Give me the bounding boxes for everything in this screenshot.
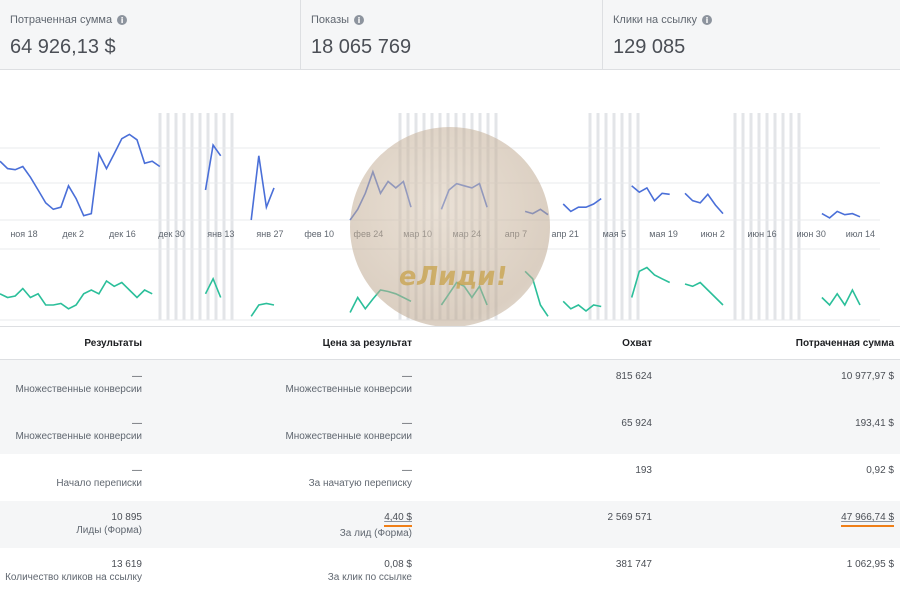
- cost-type: За лид (Форма): [339, 528, 412, 539]
- series-line-spent: [684, 192, 724, 215]
- column-header-results[interactable]: Результаты: [0, 327, 150, 359]
- cost-value: 0,08 $: [384, 559, 412, 570]
- table-row: — Множественные конверсии — Множественные …: [0, 360, 900, 407]
- result-value: 10 895: [111, 512, 142, 523]
- kpi-link-clicks[interactable]: Клики на ссылку i 129 085: [603, 0, 900, 70]
- series-line-spent: [821, 210, 861, 219]
- x-tick-label: мая 19: [649, 229, 678, 239]
- result-value: 13 619: [111, 559, 142, 570]
- result-type: Множественные конверсии: [15, 384, 142, 395]
- x-tick-label: июл 14: [846, 229, 875, 239]
- column-header-reach[interactable]: Охват: [420, 327, 660, 359]
- series-line-spent: [0, 133, 161, 217]
- reach-value: 815 624: [615, 371, 652, 382]
- x-tick-label: июн 30: [797, 229, 826, 239]
- kpi-label: Показы: [311, 14, 350, 26]
- result-type: Лиды (Форма): [76, 525, 142, 536]
- series-line-clicks: [250, 302, 275, 317]
- series-line-clicks: [0, 279, 153, 310]
- kpi-label: Потраченная сумма: [10, 14, 113, 26]
- spent-value-highlighted[interactable]: 47 966,74 $: [841, 511, 894, 527]
- results-table: Результаты Цена за результат Охват Потра…: [0, 326, 900, 595]
- reach-value: 2 569 571: [607, 512, 653, 523]
- x-tick-label: ноя 18: [10, 229, 37, 239]
- x-tick-label: янв 27: [256, 229, 283, 239]
- reach-value: 381 747: [615, 559, 652, 570]
- result-type: Начало переписки: [56, 478, 142, 489]
- table-row: 13 619 Количество кликов на ссылку 0,08 $…: [0, 548, 900, 595]
- x-tick-label: дек 2: [62, 229, 84, 239]
- series-line-spent: [250, 155, 275, 221]
- cost-value-highlighted[interactable]: 4,40 $: [384, 511, 412, 527]
- series-line-spent: [562, 197, 602, 213]
- table-row: — Множественные конверсии — Множественные …: [0, 407, 900, 454]
- cost-value: —: [402, 371, 412, 382]
- table-header: Результаты Цена за результат Охват Потра…: [0, 326, 900, 360]
- cost-type: За клик по ссылке: [327, 572, 412, 583]
- x-tick-label: янв 13: [207, 229, 234, 239]
- kpi-spent[interactable]: Потраченная сумма i 64 926,13 $: [0, 0, 301, 70]
- column-header-spent[interactable]: Потраченная сумма: [660, 327, 900, 359]
- kpi-label: Клики на ссылку: [613, 14, 697, 26]
- cost-type: Множественные конверсии: [285, 431, 412, 442]
- reach-value: 65 924: [621, 418, 652, 429]
- series-line-clicks: [562, 300, 602, 313]
- info-icon[interactable]: i: [354, 15, 365, 25]
- table-row: 10 895 Лиды (Форма) 4,40 $ За лид (Форма) …: [0, 501, 900, 548]
- x-tick-label: апр 21: [551, 229, 578, 239]
- series-line-clicks: [821, 288, 861, 307]
- result-value: —: [132, 418, 142, 429]
- x-tick-label: июн 2: [701, 229, 725, 239]
- column-header-cost[interactable]: Цена за результат: [150, 327, 420, 359]
- x-tick-label: фев 10: [304, 229, 334, 239]
- watermark-avatar: [350, 127, 550, 327]
- info-icon[interactable]: i: [117, 15, 128, 25]
- x-tick-label: дек 16: [109, 229, 136, 239]
- kpi-impressions[interactable]: Показы i 18 065 769: [301, 0, 603, 70]
- cost-type: Множественные конверсии: [285, 384, 412, 395]
- kpi-summary: Потраченная сумма i 64 926,13 $ Показы i 1…: [0, 0, 900, 70]
- cost-value: —: [402, 465, 412, 476]
- kpi-value: 18 065 769: [311, 36, 412, 58]
- table-row: — Начало переписки — За начатую переписку …: [0, 454, 900, 501]
- spent-value: 193,41 $: [855, 418, 894, 429]
- info-icon[interactable]: i: [702, 15, 712, 25]
- result-value: —: [132, 371, 142, 382]
- result-type: Количество кликов на ссылку: [5, 572, 142, 583]
- reach-value: 193: [635, 465, 652, 476]
- spent-value: 1 062,95 $: [846, 559, 894, 570]
- cost-type: За начатую переписку: [308, 478, 412, 489]
- result-type: Множественные конверсии: [15, 431, 142, 442]
- x-tick-label: дек 30: [158, 229, 185, 239]
- kpi-value: 129 085: [613, 36, 686, 58]
- series-line-clicks: [684, 281, 724, 306]
- spent-value: 10 977,97 $: [841, 371, 894, 382]
- x-tick-label: июн 16: [747, 229, 776, 239]
- kpi-value: 64 926,13 $: [10, 36, 116, 58]
- cost-value: —: [402, 418, 412, 429]
- spent-value: 0,92 $: [866, 465, 894, 476]
- x-tick-label: мая 5: [603, 229, 627, 239]
- result-value: —: [132, 465, 142, 476]
- watermark-badge: eЛиди!: [396, 262, 510, 292]
